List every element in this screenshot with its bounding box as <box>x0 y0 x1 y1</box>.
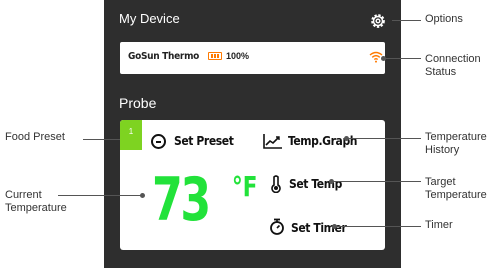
current-temperature-annotation: Current Temperature <box>5 189 67 214</box>
thermometer-icon <box>271 175 281 193</box>
preset-icon <box>151 134 166 149</box>
food-preset-leader-line <box>83 139 120 140</box>
options-annotation: Options <box>425 13 463 25</box>
connection-leader-line <box>384 58 421 59</box>
connection-status-card[interactable]: GoSun Thermo 100% <box>120 42 385 74</box>
timer-leader-line <box>335 226 421 227</box>
current-temperature-leader-dot <box>140 193 145 198</box>
set-temp-button[interactable]: Set Temp <box>289 177 342 191</box>
set-preset-button[interactable]: Set Preset <box>174 134 234 148</box>
timer-annotation: Timer <box>425 219 453 231</box>
device-title: My Device <box>119 11 180 26</box>
gear-icon[interactable] <box>369 12 387 30</box>
line-chart-icon <box>263 134 282 149</box>
current-temperature-value: 73 <box>152 165 211 235</box>
app-panel: My Device GoSun Thermo 100% Probe 1 Set … <box>104 0 401 268</box>
temperature-unit: °F <box>232 170 258 203</box>
connection-status-annotation: Connection Status <box>425 53 481 78</box>
set-timer-button[interactable]: Set Timer <box>291 221 347 235</box>
temperature-history-annotation: Temperature History <box>425 131 487 156</box>
target-temperature-leader-line <box>332 181 421 182</box>
timer-icon <box>270 218 284 235</box>
food-preset-annotation: Food Preset <box>5 131 65 143</box>
target-temperature-annotation: Target Temperature <box>425 176 487 201</box>
options-leader-line <box>392 20 421 21</box>
temperature-history-leader-line <box>347 138 421 139</box>
battery-percent: 100% <box>226 51 250 61</box>
battery-icon <box>208 52 222 60</box>
device-name: GoSun Thermo <box>128 51 200 62</box>
probe-section-title: Probe <box>119 95 157 111</box>
current-temperature-leader-line <box>58 195 142 196</box>
preset-number-badge: 1 <box>120 120 142 150</box>
